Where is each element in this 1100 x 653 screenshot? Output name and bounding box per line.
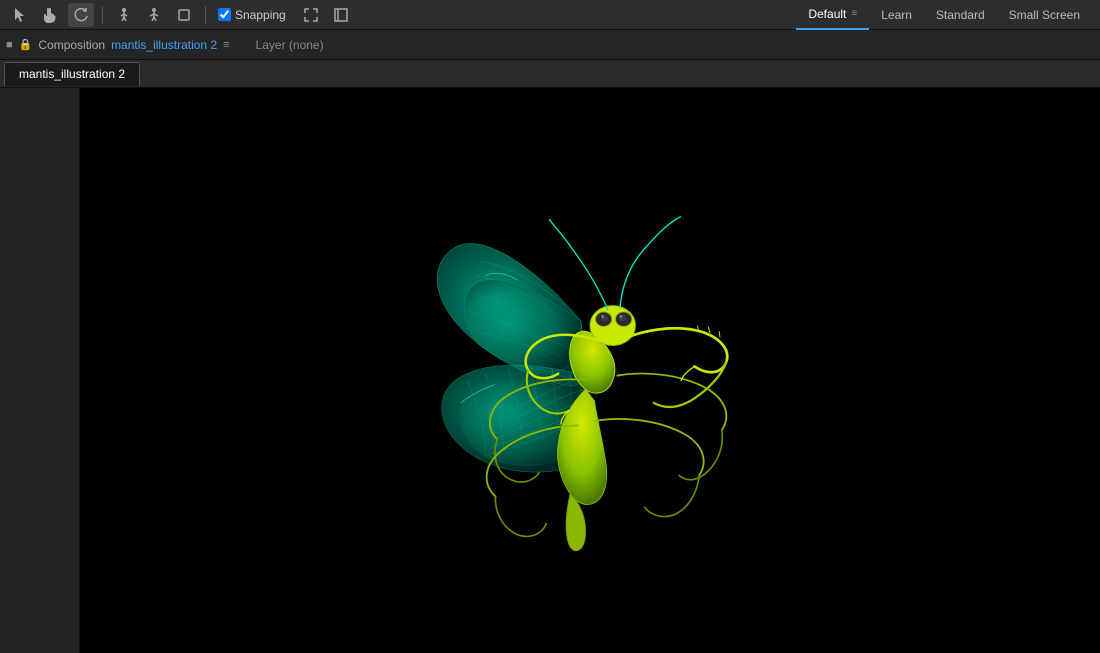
workspace-learn[interactable]: Learn	[869, 0, 924, 30]
top-toolbar: Snapping Default ≡ Learn Standard Small …	[0, 0, 1100, 30]
select-tool-button[interactable]	[8, 3, 34, 27]
mantis-illustration	[315, 121, 865, 621]
snapping-group: Snapping	[218, 8, 286, 22]
comp-name[interactable]: mantis_illustration 2	[111, 38, 217, 52]
toolbar-divider-1	[102, 6, 103, 24]
composition-icon: ■	[6, 39, 13, 51]
snapping-label: Snapping	[235, 8, 286, 22]
workspace-standard[interactable]: Standard	[924, 0, 997, 30]
fullscreen-tool-button[interactable]	[328, 3, 354, 27]
workspace-menu-icon: ≡	[851, 8, 857, 19]
lock-icon: 🔒	[19, 38, 33, 51]
shape-tool-button[interactable]	[171, 3, 197, 27]
workspace-switcher: Default ≡ Learn Standard Small Screen	[796, 0, 1092, 30]
main-content	[0, 88, 1100, 653]
canvas-area[interactable]	[80, 88, 1100, 653]
comp-prefix: Composition	[38, 38, 105, 52]
puppet-tool-button[interactable]	[111, 3, 137, 27]
rotate-tool-button[interactable]	[68, 3, 94, 27]
comp-menu-icon[interactable]: ≡	[223, 39, 229, 51]
composition-tab[interactable]: mantis_illustration 2	[4, 62, 140, 86]
canvas-bg	[80, 88, 1100, 653]
hand-tool-button[interactable]	[38, 3, 64, 27]
pin-tool-button[interactable]	[141, 3, 167, 27]
workspace-default[interactable]: Default ≡	[796, 0, 869, 30]
expand-tool-button[interactable]	[298, 3, 324, 27]
snapping-checkbox[interactable]	[218, 8, 231, 21]
composition-bar: ■ 🔒 Composition mantis_illustration 2 ≡ …	[0, 30, 1100, 60]
left-panel	[0, 88, 80, 653]
layer-info: Layer (none)	[256, 38, 324, 52]
tabs-row: mantis_illustration 2	[0, 60, 1100, 88]
toolbar-divider-2	[205, 6, 206, 24]
workspace-small-screen[interactable]: Small Screen	[997, 0, 1092, 30]
